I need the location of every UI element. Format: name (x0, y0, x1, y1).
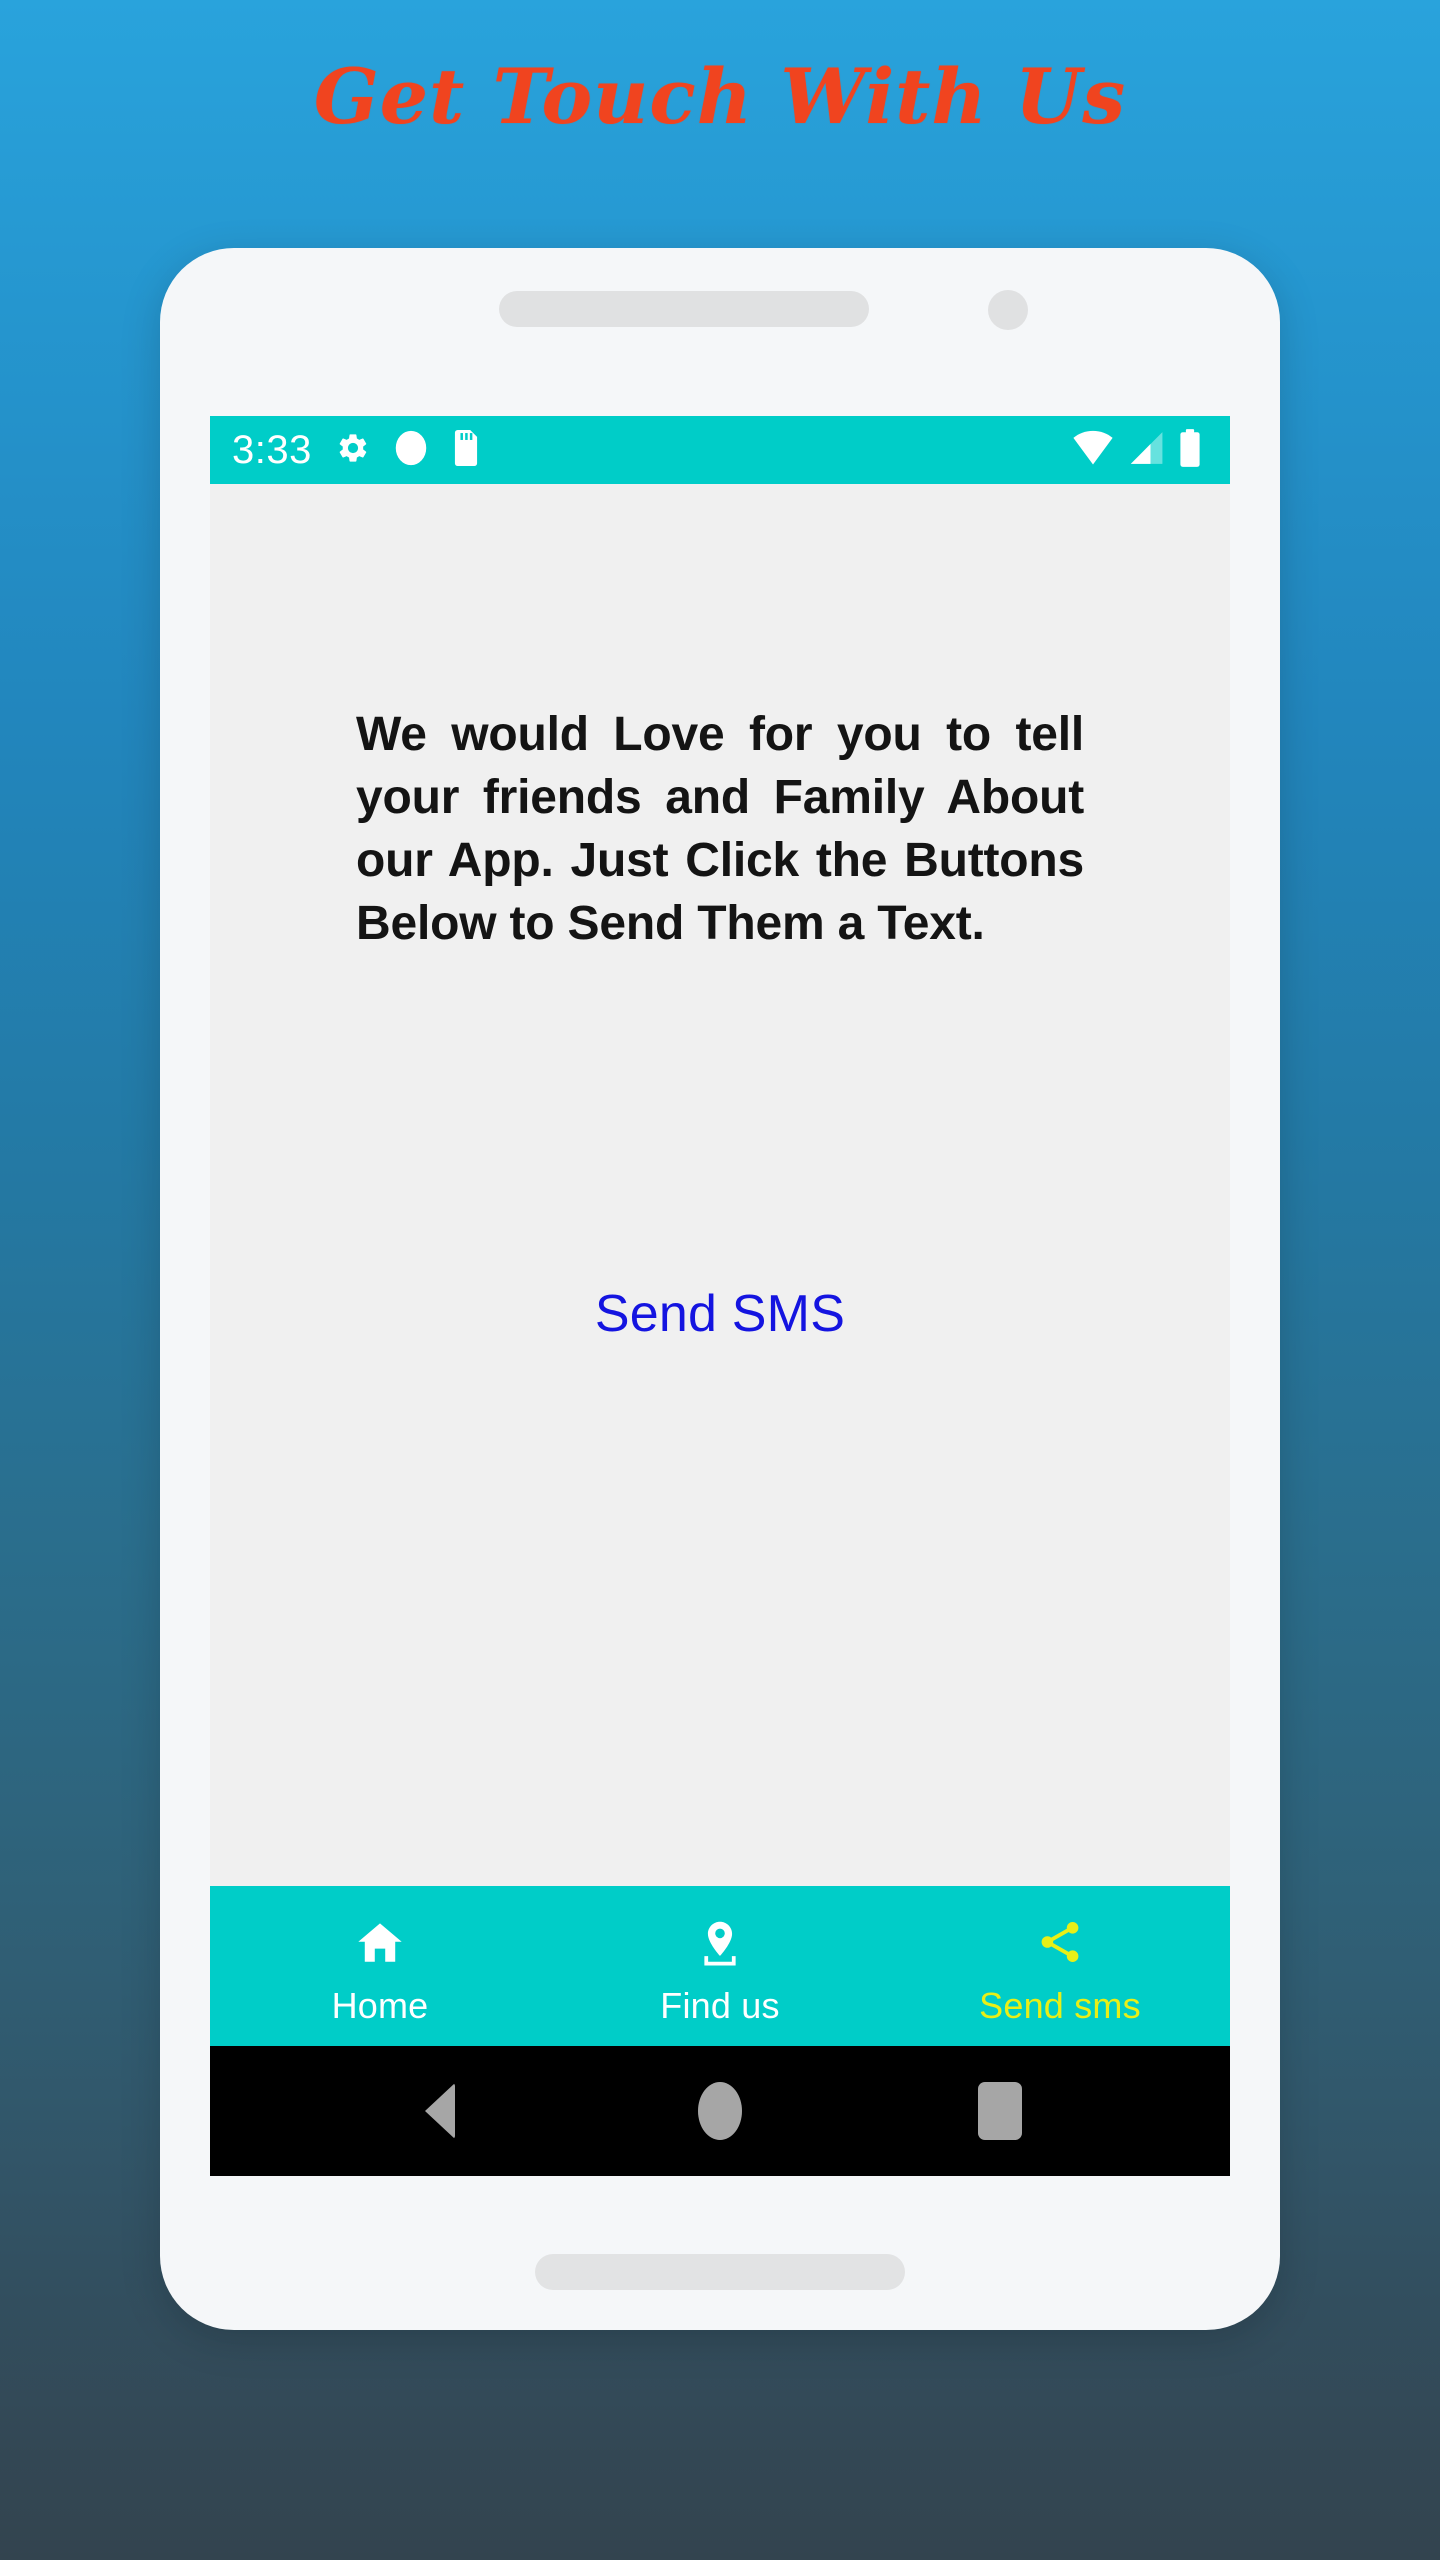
bottom-speaker-icon (535, 2254, 905, 2290)
recents-square-icon (978, 2082, 1022, 2140)
back-triangle-icon (425, 2083, 455, 2139)
share-icon (1036, 1918, 1084, 1970)
status-bar: 3:33 (210, 416, 1230, 484)
status-bar-right-group (1072, 428, 1208, 472)
send-sms-button[interactable]: Send SMS (210, 1284, 1230, 1344)
nav-label-find-us: Find us (660, 1985, 780, 2026)
circle-icon (394, 430, 428, 471)
android-home-key[interactable] (660, 2066, 780, 2156)
battery-icon (1178, 428, 1202, 472)
page-title: Get Touch With Us (313, 52, 1127, 141)
android-recents-key[interactable] (940, 2066, 1060, 2156)
location-pin-icon (695, 1918, 745, 1970)
android-system-navigation (210, 2046, 1230, 2176)
gear-icon (336, 431, 370, 470)
app-content-area: We would Love for you to tell your frien… (210, 484, 1230, 1886)
wifi-icon (1072, 430, 1114, 471)
nav-item-find-us[interactable]: Find us (550, 1886, 890, 2046)
nav-label-home: Home (331, 1985, 429, 2026)
promo-message: We would Love for you to tell your frien… (356, 708, 1084, 950)
phone-screen: 3:33 We would Love for you to tell your … (210, 416, 1230, 2176)
sd-card-icon (452, 429, 480, 471)
phone-mockup-frame: 3:33 We would Love for you to tell your … (160, 248, 1280, 2330)
status-bar-left-group: 3:33 (232, 428, 480, 472)
nav-item-send-sms[interactable]: Send sms (890, 1886, 1230, 2046)
nav-label-send-sms: Send sms (979, 1985, 1141, 2026)
cell-signal-icon (1127, 430, 1165, 471)
status-bar-clock: 3:33 (232, 428, 312, 472)
front-camera-icon (988, 290, 1028, 330)
home-icon (355, 1918, 405, 1970)
home-circle-icon (698, 2082, 742, 2140)
android-back-key[interactable] (380, 2066, 500, 2156)
bottom-navigation-bar: Home Find us Send sms (210, 1886, 1230, 2046)
earpiece-speaker-icon (499, 291, 869, 327)
nav-item-home[interactable]: Home (210, 1886, 550, 2046)
